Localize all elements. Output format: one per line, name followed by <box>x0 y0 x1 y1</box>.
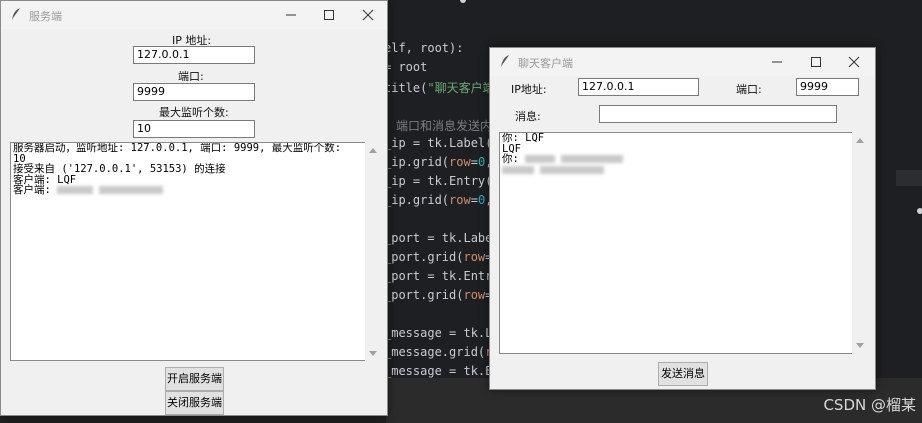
redacted-text <box>99 186 164 194</box>
server-log-textarea[interactable]: 服务器启动，监听地址: 127.0.0.1, 端口: 9999, 最大监听个数:… <box>10 142 367 361</box>
log-line-redacted: 客户端: <box>11 185 366 196</box>
code-token: elf, root): <box>384 41 464 55</box>
redacted-text <box>57 186 94 194</box>
code-line: _port = tk.Label <box>384 231 500 250</box>
code-token: = <box>470 193 478 207</box>
server-port-field[interactable]: 9999 <box>133 83 255 101</box>
code-token: "聊天客户端 <box>427 81 495 95</box>
server-ip-field[interactable]: 127.0.0.1 <box>133 46 255 64</box>
code-line: _port = tk.Entry <box>384 269 500 288</box>
maximize-icon[interactable] <box>809 55 823 69</box>
watermark: CSDN @榴某 <box>823 396 916 414</box>
code-token: 、端口和消息发送内 <box>384 119 493 133</box>
code-line: title("聊天客户端 <box>384 79 495 98</box>
chat-line-redacted: 你: <box>500 154 853 165</box>
log-line: 客户端: LQF <box>13 173 77 186</box>
minimize-icon[interactable] <box>770 55 784 69</box>
chat-line-prefix: 你: <box>502 153 526 165</box>
code-token: = root <box>384 60 428 74</box>
code-line: _port.grid(row= <box>384 250 492 269</box>
client-message-label: 消息: <box>515 110 541 123</box>
code-token: _ip = tk.Label( <box>384 136 493 150</box>
code-token: row <box>449 155 471 169</box>
code-token: _message.grid( <box>384 345 486 359</box>
code-line: _port.grid(row= <box>384 288 492 307</box>
client-chat-scrollbar[interactable] <box>852 132 868 354</box>
client-message-input[interactable] <box>599 105 837 123</box>
client-window: 聊天客户端 IP地址: 127.0.0.1 端口: 9999 消息: 你: LQ… <box>489 47 876 390</box>
code-line: _message = tk.La <box>384 326 500 345</box>
scroll-down-icon[interactable] <box>855 342 865 350</box>
client-titlebar[interactable]: 聊天客户端 <box>490 48 875 76</box>
code-line: _ip = tk.Entry( <box>384 174 492 193</box>
maximize-icon[interactable] <box>322 8 336 22</box>
server-log-scrollbar[interactable] <box>365 142 381 361</box>
code-token: _port.grid( <box>384 288 464 302</box>
code-line: elf, root): <box>384 41 463 60</box>
server-window: 服务端 IP 地址: 127.0.0.1 端口: 9999 最大监听个数: 10… <box>0 0 388 416</box>
client-port-label: 端口: <box>736 83 762 96</box>
chat-line: LQF <box>502 142 521 155</box>
minimize-icon[interactable] <box>284 8 298 22</box>
scroll-up-icon[interactable] <box>855 136 865 144</box>
feather-icon <box>501 55 509 67</box>
chat-line-redacted <box>500 165 853 176</box>
code-token: _ip.grid( <box>384 193 450 207</box>
close-icon[interactable] <box>847 55 861 69</box>
code-line: _ip.grid(row=0, <box>384 155 492 174</box>
chat-line: 你: LQF <box>502 132 545 144</box>
log-line: 接受来自 ('127.0.0.1', 53153) 的连接 <box>13 163 226 175</box>
code-token: row <box>463 288 486 302</box>
code-line: _ip.grid(row=0, <box>384 193 492 212</box>
stop-server-button[interactable]: 关闭服务端 <box>165 391 224 415</box>
code-token: _port.grid( <box>384 250 464 264</box>
client-port-field[interactable]: 9999 <box>796 78 859 96</box>
close-icon[interactable] <box>361 8 375 22</box>
code-line: _ip = tk.Label( <box>384 136 492 155</box>
redacted-text <box>561 155 624 163</box>
code-token: row <box>463 250 486 264</box>
redacted-text <box>525 155 556 163</box>
window-edge-handle <box>917 208 922 214</box>
client-chat-textarea[interactable]: 你: LQF LQF 你: <box>499 132 854 354</box>
code-line: 、端口和消息发送内 <box>384 117 492 136</box>
client-ip-field[interactable]: 127.0.0.1 <box>578 78 699 96</box>
log-line: 服务器启动，监听地址: 127.0.0.1, 端口: 9999, 最大监听个数: <box>13 142 342 154</box>
code-token: _ip.grid( <box>384 155 450 169</box>
code-token: title( <box>384 81 428 95</box>
code-token: = <box>470 155 478 169</box>
scroll-down-icon[interactable] <box>368 350 378 358</box>
start-server-button[interactable]: 开启服务端 <box>165 367 224 391</box>
server-max-listen-field[interactable]: 10 <box>133 120 255 138</box>
code-token: _message = tk.En <box>384 364 500 378</box>
send-message-button[interactable]: 发送消息 <box>658 362 708 386</box>
code-token: _port = tk.Label <box>384 231 500 245</box>
server-window-title: 服务端 <box>29 10 62 23</box>
editor-current-line-highlight <box>896 170 922 186</box>
client-window-title: 聊天客户端 <box>518 57 573 70</box>
feather-icon <box>12 8 20 20</box>
client-ip-label: IP地址: <box>511 83 547 96</box>
redacted-text <box>540 165 605 174</box>
code-token: row <box>449 193 471 207</box>
code-token: _ip = tk.Entry( <box>384 174 493 188</box>
server-max-listen-label: 最大监听个数: <box>159 106 229 119</box>
code-token: _message = tk.La <box>384 326 500 340</box>
server-titlebar[interactable]: 服务端 <box>1 1 387 29</box>
code-token: _port = tk.Entry <box>384 269 500 283</box>
code-line: _message.grid(ro <box>384 345 500 364</box>
scroll-up-icon[interactable] <box>368 146 378 154</box>
log-line-prefix: 客户端: <box>13 184 58 196</box>
code-line: = root <box>384 60 427 79</box>
server-port-label: 端口: <box>178 70 204 83</box>
redacted-text <box>502 165 534 174</box>
